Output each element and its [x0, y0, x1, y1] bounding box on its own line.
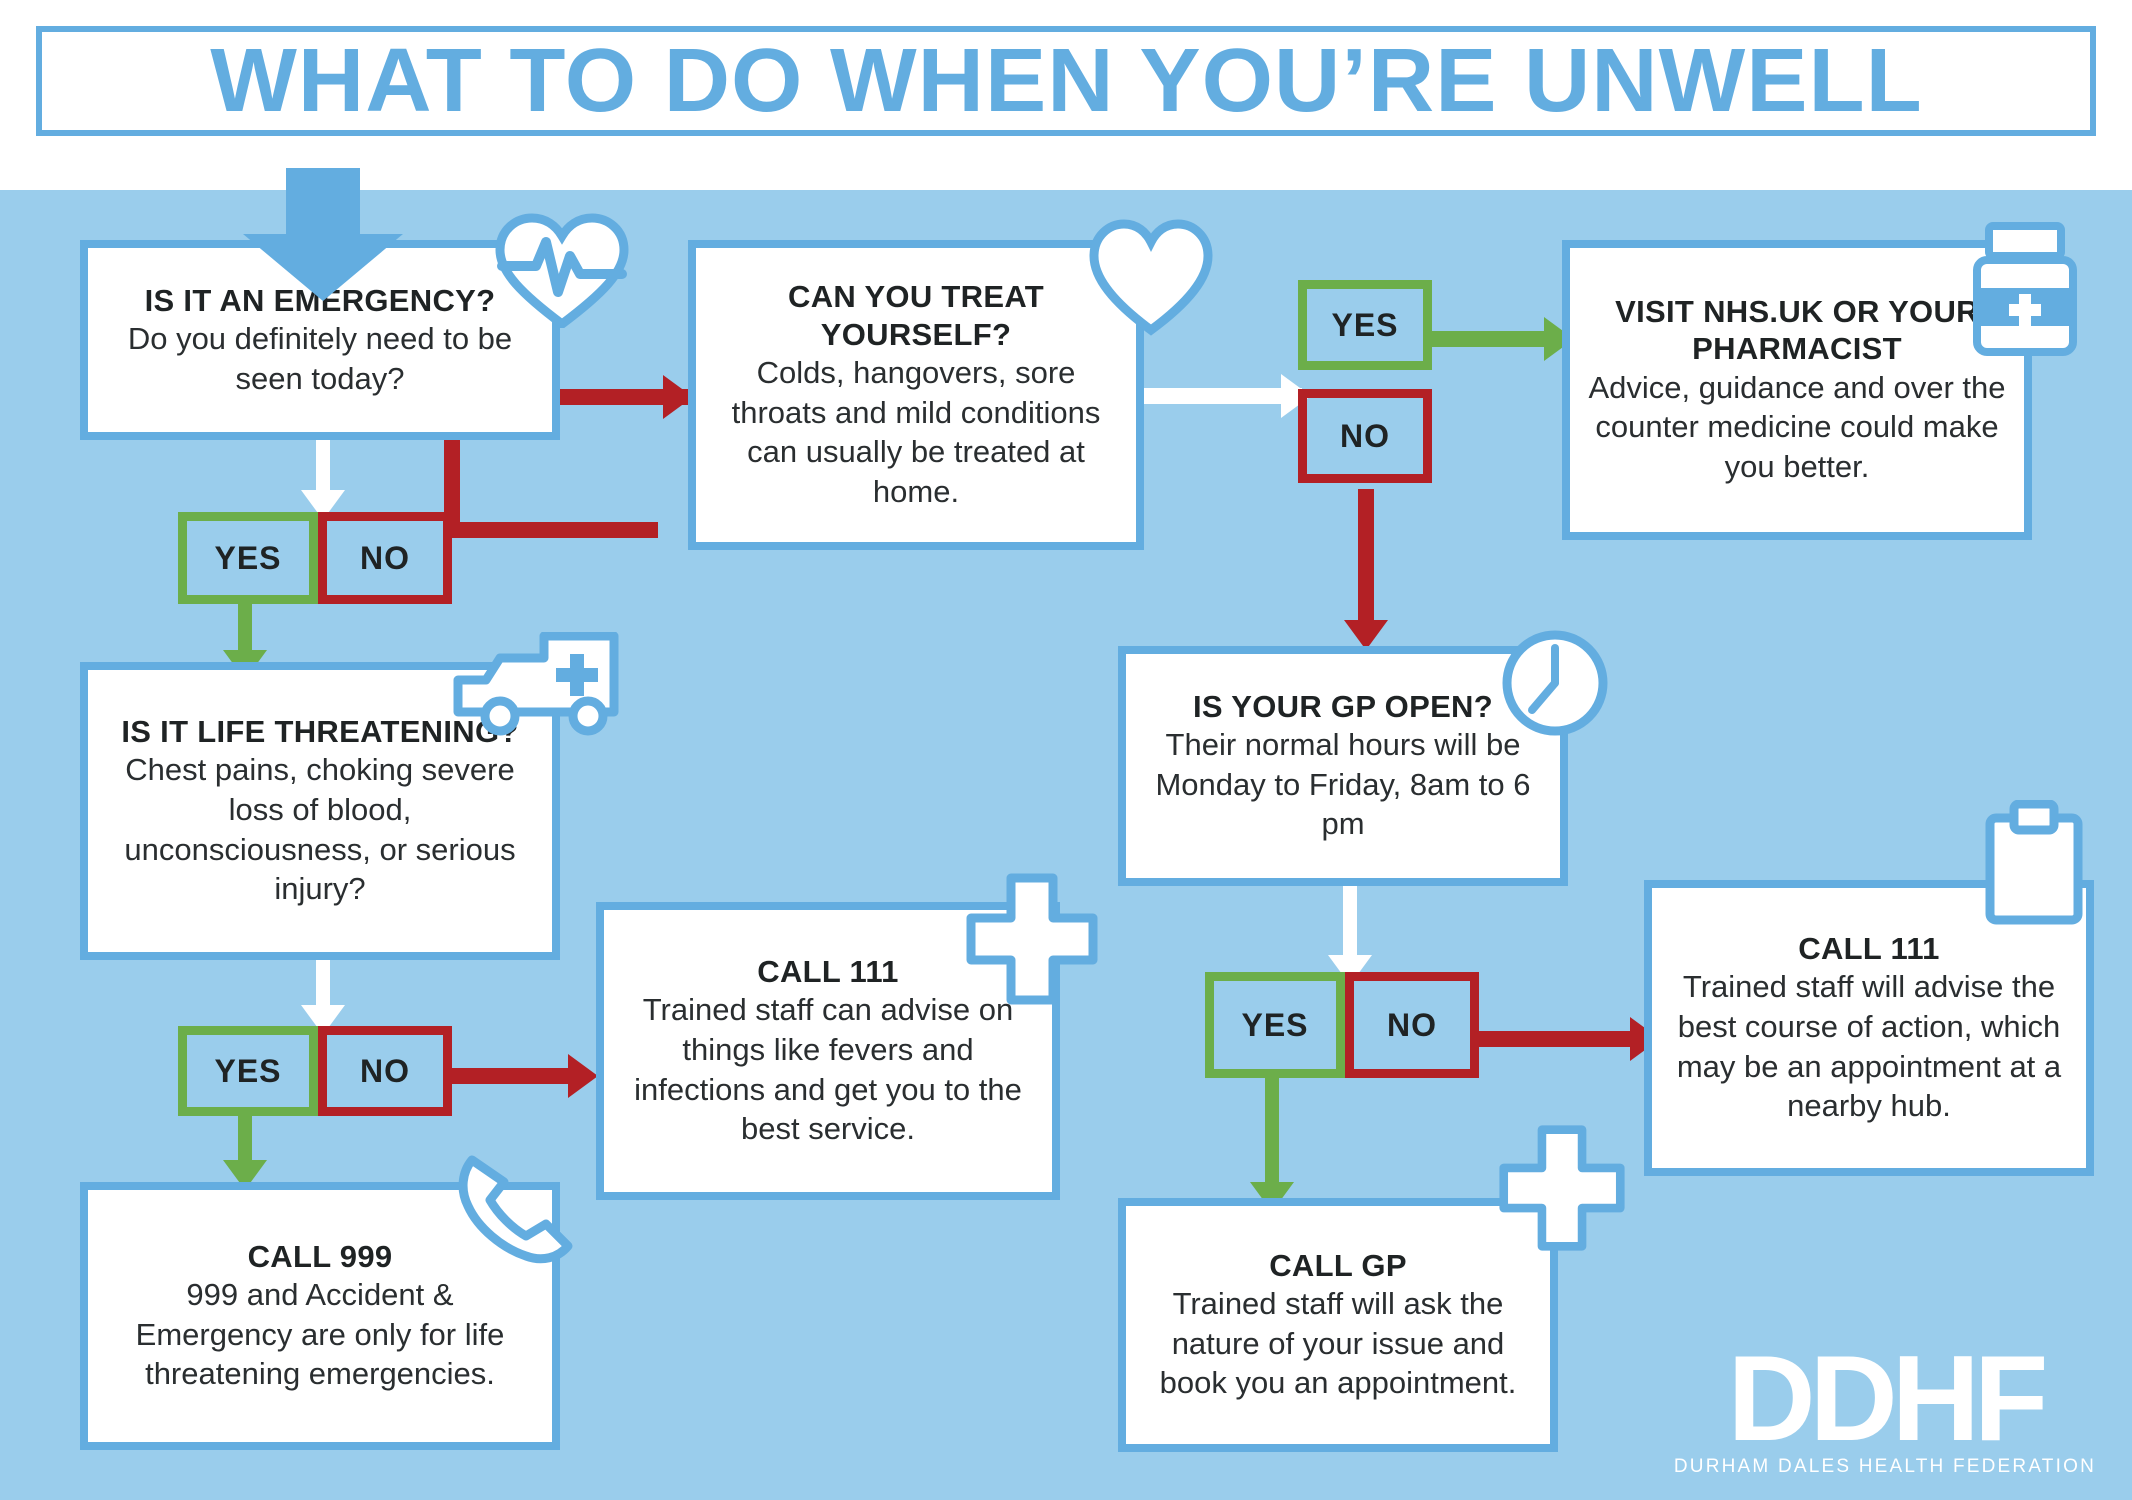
decision-label: NO [1340, 417, 1390, 454]
logo-subtitle: DURHAM DALES HEALTH FEDERATION [1673, 1456, 2096, 1477]
card-body: Trained staff will advise the best cours… [1676, 969, 2062, 1124]
connector-treat-to-decision [1142, 388, 1302, 404]
card-call-gp: CALL GP Trained staff will ask the natur… [1118, 1198, 1558, 1452]
decision-label: YES [214, 539, 282, 576]
connector-gp-no-h [1478, 1031, 1648, 1047]
heart-icon [1089, 219, 1213, 336]
card-body: Trained staff will ask the nature of you… [1159, 1286, 1517, 1401]
decision-label: YES [1331, 306, 1399, 343]
decision-treat-yourself-no[interactable]: NO [1298, 389, 1432, 483]
medicine-bottle-icon [1973, 222, 2077, 356]
card-body: Do you definitely need to be seen today? [127, 320, 513, 396]
logo-mark: DDHF [1727, 1330, 2049, 1467]
decision-life-threatening-no[interactable]: NO [318, 1026, 452, 1116]
card-title: VISIT NHS.UK OR YOUR PHARMACIST [1615, 294, 1979, 367]
clipboard-icon [1985, 800, 2083, 925]
clock-icon [1502, 630, 1608, 736]
card-visit-nhs-or-pharmacist: VISIT NHS.UK OR YOUR PHARMACIST Advice, … [1562, 240, 2032, 540]
connector-gp-yes-stem [1265, 1078, 1279, 1198]
decision-emergency-no[interactable]: NO [318, 512, 452, 604]
decision-gp-open-yes[interactable]: YES [1205, 972, 1345, 1078]
card-title: CALL 111 [757, 954, 899, 990]
connector-life-no-arrowhead [568, 1054, 598, 1098]
infographic-canvas: WHAT TO DO WHEN YOU’RE UNWELL IS IT AN E… [0, 0, 2132, 1500]
card-body: Their normal hours will be Monday to Fri… [1155, 727, 1531, 842]
card-body: Colds, hangovers, sore throats and mild … [731, 354, 1101, 509]
decision-label: NO [360, 1052, 410, 1089]
decision-label: NO [1387, 1006, 1437, 1043]
decision-label: YES [214, 1052, 282, 1089]
phone-handset-icon [458, 1155, 573, 1264]
ambulance-icon [453, 632, 619, 736]
connector-treat-yes-h [1432, 331, 1562, 347]
card-body: 999 and Accident & Emergency are only fo… [135, 1277, 505, 1392]
decision-gp-open-no[interactable]: NO [1345, 972, 1479, 1078]
page-title: WHAT TO DO WHEN YOU’RE UNWELL [209, 31, 1923, 131]
title-down-arrow-icon [243, 168, 403, 301]
card-title: CALL 111 [1798, 931, 1940, 967]
medical-cross-icon [1499, 1125, 1625, 1251]
card-body: Trained staff can advise on things like … [634, 992, 1022, 1147]
card-body: Advice, guidance and over the counter me… [1588, 369, 2006, 485]
connector-life-no-h [452, 1068, 582, 1084]
page-title-box: WHAT TO DO WHEN YOU’RE UNWELL [36, 26, 2096, 136]
card-can-you-treat-yourself: CAN YOU TREAT YOURSELF? Colds, hangovers… [688, 240, 1144, 550]
decision-treat-yourself-yes[interactable]: YES [1298, 280, 1432, 370]
connector-treat-no-v [1358, 489, 1374, 637]
connector-emergency-no-h1 [452, 522, 658, 538]
ddhf-logo: DDHF DURHAM DALES HEALTH FEDERATION [1673, 1330, 2096, 1478]
card-title: IS YOUR GP OPEN? [1193, 688, 1493, 724]
heartbeat-icon [495, 213, 629, 328]
card-title: CALL GP [1269, 1247, 1407, 1283]
medical-cross-icon [966, 873, 1098, 1005]
card-title: CALL 999 [247, 1238, 393, 1274]
decision-label: NO [360, 539, 410, 576]
card-title: CAN YOU TREAT YOURSELF? [788, 279, 1044, 352]
decision-life-threatening-yes[interactable]: YES [178, 1026, 318, 1116]
decision-label: YES [1241, 1006, 1309, 1043]
decision-emergency-yes[interactable]: YES [178, 512, 318, 604]
card-body: Chest pains, choking severe loss of bloo… [124, 752, 516, 907]
